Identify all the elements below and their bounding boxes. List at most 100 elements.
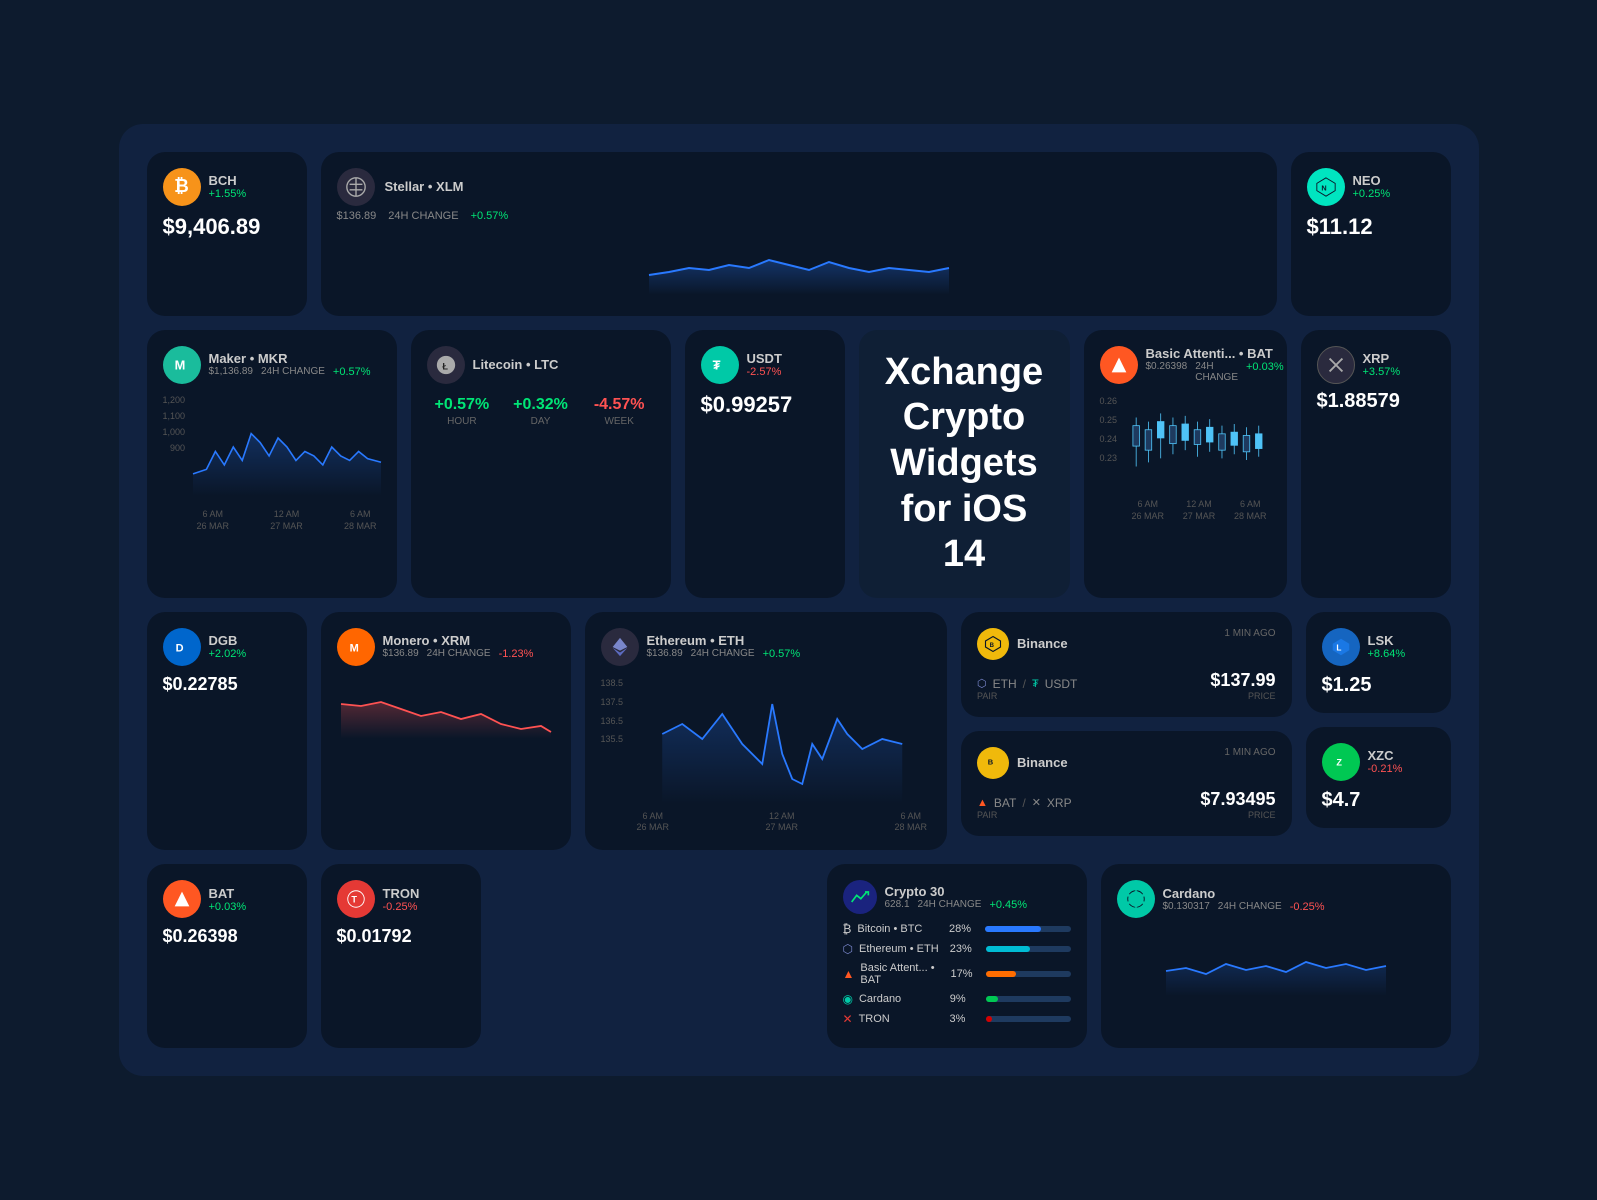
lsk-price: $1.25 [1322,674,1435,697]
eth-price-label: $136.89 [647,648,683,660]
bat-x2: 12 AM27 MAR [1183,499,1216,522]
monero-card: M Monero • XRM $136.89 24H CHANGE -1.23% [321,612,571,850]
bch-name: BCH [209,173,247,188]
svg-text:M: M [349,642,358,654]
svg-text:B: B [990,643,995,649]
stellar-chart [337,230,1261,295]
stellar-change-label: 24H CHANGE [388,210,458,222]
bch-price: $9,406.89 [163,214,291,240]
crypto30-card: Crypto 30 628.1 24H CHANGE +0.45% ₿ Bitc… [827,864,1087,1048]
bat-chart-icon [1100,346,1138,384]
eth-change: +0.57% [763,648,801,660]
lsk-card: L LSK +8.64% $1.25 [1306,612,1451,713]
usdt-change: -2.57% [747,366,782,378]
dashboard: ₿ BCH +1.55% $9,406.89 Stellar • XLM $13… [119,124,1479,1076]
usdt-icon: ₮ [701,346,739,384]
binance1-price-label: PRICE [1210,691,1275,701]
ltc-name: Litecoin • LTC [473,357,559,372]
xzc-name: XZC [1368,748,1403,763]
maker-card: M Maker • MKR $1,136.89 24H CHANGE +0.57… [147,330,397,598]
bat-candle-chart [1128,392,1271,492]
cardano-price: $0.130317 [1163,901,1210,913]
usdt-price: $0.99257 [701,392,829,418]
cardano-icon [1117,880,1155,918]
tron-card: T TRON -0.25% $0.01792 [321,864,481,1048]
dgb-price: $0.22785 [163,674,291,695]
ltc-hour-label: HOUR [427,416,498,427]
ltc-day-change: +0.32% [505,396,576,414]
crypto30-change: +0.45% [989,899,1027,911]
stellar-change: +0.57% [471,210,509,222]
bat-candle-card: Basic Attenti... • BAT $0.26398 24H CHAN… [1084,330,1287,598]
svg-text:N: N [1321,183,1326,192]
svg-text:Z: Z [1336,757,1342,767]
maker-change-label: 24H CHANGE [261,366,325,378]
xrp-icon [1317,346,1355,384]
eth-x2: 12 AM27 MAR [765,811,798,834]
neo-change: +0.25% [1353,188,1391,200]
neo-icon: N [1307,168,1345,206]
bat-small-price: $0.26398 [163,926,291,947]
eth-x3: 6 AM28 MAR [894,811,927,834]
ltc-week-change: -4.57% [584,396,655,414]
lsk-name: LSK [1368,633,1406,648]
usdt-name: USDT [747,351,782,366]
ltc-hour-change: +0.57% [427,396,498,414]
eth-icon [601,628,639,666]
monero-icon: M [337,628,375,666]
binance2-card: B Binance 1 MIN AGO ▲ BAT / ✕ XRP [961,731,1292,836]
maker-y2: 1,000 [163,424,186,440]
eth-change-label: 24H CHANGE [691,648,755,660]
eth-card: Ethereum • ETH $136.89 24H CHANGE +0.57%… [585,612,948,850]
cardano-change: -0.25% [1290,901,1325,913]
maker-change: +0.57% [333,366,371,378]
bat-small-name: BAT [209,886,247,901]
bch-icon: ₿ [163,168,201,206]
maker-x1: 6 AM26 MAR [197,509,230,532]
eth-name: Ethereum • ETH [647,633,801,648]
ltc-hour-box: +0.57% HOUR [427,396,498,427]
maker-price: $1,136.89 [209,366,254,378]
neo-name: NEO [1353,173,1391,188]
bat-small-change: +0.03% [209,901,247,913]
binance1-pair-right: USDT [1045,677,1078,691]
xrp-card: XRP +3.57% $1.88579 [1301,330,1451,598]
bat-chart-price: $0.26398 [1146,361,1188,383]
binance1-ago: 1 MIN AGO [1224,628,1275,639]
maker-chart [193,392,381,502]
litecoin-card: Ł Litecoin • LTC +0.57% HOUR +0.32% DAY … [411,330,671,598]
tron-price: $0.01792 [337,926,465,947]
bat-y1: 0.23 [1100,449,1118,468]
stellar-name: Stellar • XLM [385,179,464,194]
bat-small-card: BAT +0.03% $0.26398 [147,864,307,1048]
binance2-price-label: PRICE [1200,810,1275,820]
dgb-change: +2.02% [209,648,247,660]
crypto30-item-4: ◉ Cardano 9% [843,992,1071,1006]
stellar-price: $136.89 [337,210,377,222]
svg-text:L: L [1336,643,1341,652]
bat-chart-change: +0.03% [1246,361,1284,383]
binance1-pair-left: ETH [993,677,1017,691]
crypto30-item-1: ₿ Bitcoin • BTC 28% [843,922,1071,936]
maker-y3: 1,100 [163,408,186,424]
neo-price: $11.12 [1307,214,1435,240]
tron-change: -0.25% [383,901,420,913]
cardano-change-label: 24H CHANGE [1218,901,1282,913]
crypto30-name: Crypto 30 [885,884,1028,899]
svg-text:D: D [175,642,183,654]
dgb-card: D DGB +2.02% $0.22785 [147,612,307,850]
crypto30-item-3: ▲ Basic Attent... • BAT 17% [843,962,1071,986]
monero-name: Monero • XRM [383,633,534,648]
bat-x3: 6 AM28 MAR [1234,499,1267,522]
binance1-pair: ⬡ ETH / ₮ USDT [977,677,1077,691]
ltc-week-box: -4.57% WEEK [584,396,655,427]
bat-y2: 0.24 [1100,430,1118,449]
bat-x1: 6 AM26 MAR [1132,499,1165,522]
binance1-price: $137.99 [1210,670,1275,691]
ltc-day-box: +0.32% DAY [505,396,576,427]
svg-text:Ł: Ł [442,361,448,371]
cardano-name: Cardano [1163,886,1325,901]
xzc-price: $4.7 [1322,789,1435,812]
binance1-label: Binance [1017,636,1068,651]
svg-text:T: T [351,895,357,905]
